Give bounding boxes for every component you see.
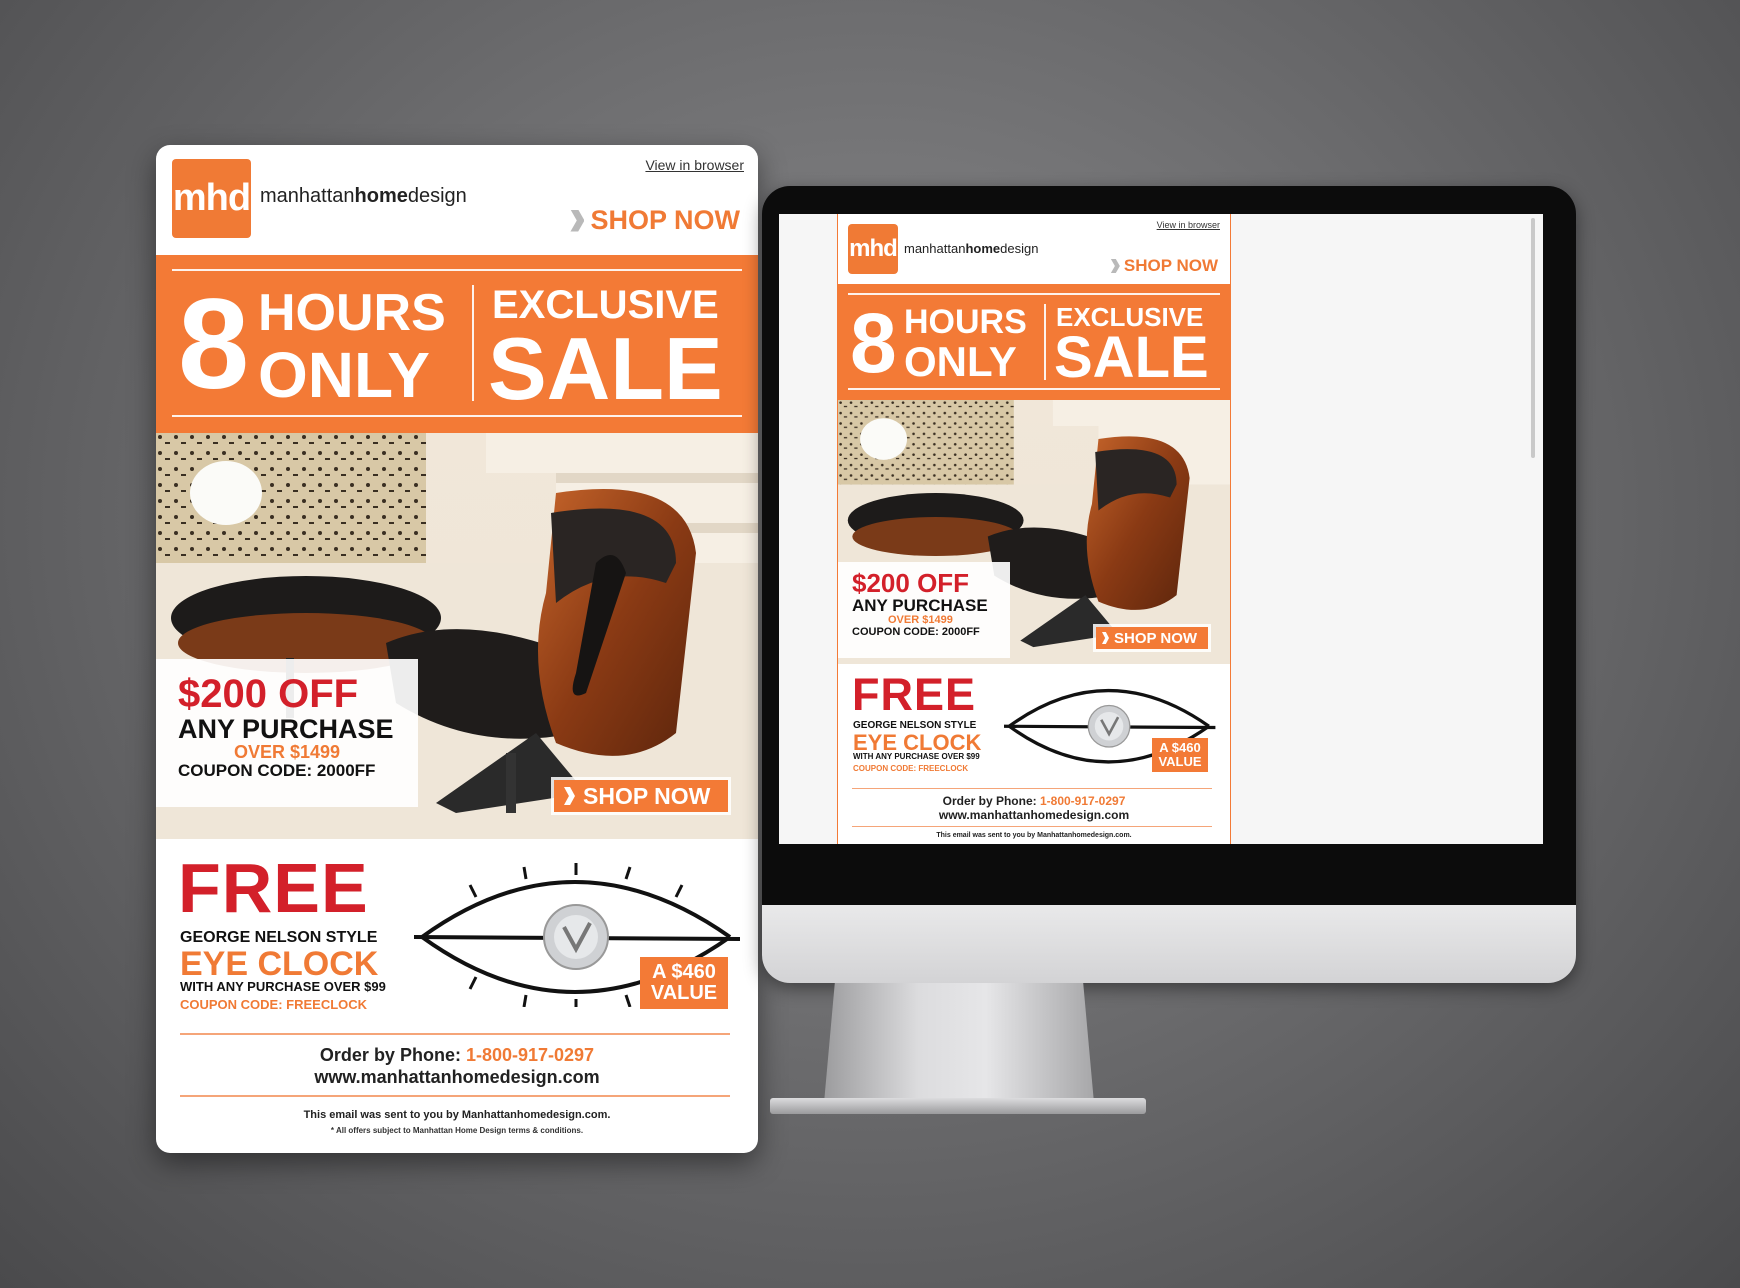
hours-number: 8 — [850, 296, 897, 390]
monitor-chin — [762, 905, 1576, 983]
free-coupon: COUPON CODE: FREECLOCK — [180, 997, 368, 1012]
free-condition: WITH ANY PURCHASE OVER $99 — [180, 979, 386, 994]
order-phone: Order by Phone: 1-800-917-0297 — [838, 794, 1230, 808]
shop-now-button-label: SHOP NOW — [583, 782, 711, 809]
discount-scope: ANY PURCHASE — [852, 596, 988, 616]
coupon-code: 2000FF — [316, 761, 376, 781]
lounge-chair-photo: $200 OFF ANY PURCHASE OVER $1499 COUPON … — [156, 433, 758, 839]
order-label: Order by Phone: — [942, 794, 1040, 808]
shop-now-button-label: SHOP NOW — [1114, 629, 1198, 647]
desktop-screen: mhd manhattanhomedesign View in browser … — [779, 214, 1543, 844]
free-coupon: COUPON CODE: FREECLOCK — [853, 764, 969, 773]
discount-offer-box: $200 OFF ANY PURCHASE OVER $1499 COUPON … — [838, 562, 1010, 658]
chevron-right-icon — [564, 787, 575, 805]
brand-part-2: home — [965, 241, 1001, 256]
sale-label: SALE — [1054, 325, 1209, 390]
discount-scope: ANY PURCHASE — [178, 714, 394, 744]
mhd-logo: mhd — [172, 159, 251, 238]
mobile-email-preview: mhd manhattanhomedesign View in browser … — [156, 145, 758, 1153]
view-in-browser-link[interactable]: View in browser — [645, 157, 744, 173]
shop-now-link[interactable]: SHOP NOW — [570, 205, 740, 236]
brand-part-1: manhattan — [260, 185, 355, 207]
shop-now-link[interactable]: SHOP NOW — [1110, 256, 1218, 276]
discount-coupon: COUPON CODE: 2000FF — [852, 625, 1010, 639]
divider — [852, 826, 1212, 827]
discount-coupon: COUPON CODE: 2000FF — [178, 762, 418, 780]
website-link[interactable]: www.manhattanhomedesign.com — [156, 1067, 758, 1088]
sale-label: SALE — [488, 319, 723, 418]
free-headline: FREE — [178, 849, 369, 927]
scrollbar[interactable] — [1531, 218, 1535, 458]
shop-now-label: SHOP NOW — [1123, 256, 1218, 275]
monitor-stand — [824, 983, 1094, 1103]
discount-offer-box: $200 OFF ANY PURCHASE OVER $1499 COUPON … — [156, 659, 418, 807]
divider — [180, 1095, 730, 1097]
coupon-label: COUPON CODE: — [852, 625, 942, 638]
sale-banner: 8 HOURS ONLY EXCLUSIVE SALE — [838, 284, 1230, 400]
only-label: ONLY — [904, 338, 1017, 385]
brand-part-3: design — [407, 185, 467, 207]
footer-terms: * All offers subject to Manhattan Home D… — [330, 1126, 584, 1135]
brand-part-1: manhattan — [904, 241, 966, 256]
discount-amount: $200 OFF — [852, 568, 970, 598]
order-label: Order by Phone: — [319, 1045, 466, 1065]
desktop-email-preview: mhd manhattanhomedesign View in browser … — [837, 214, 1231, 844]
brand-part-3: design — [1000, 241, 1039, 256]
free-condition: WITH ANY PURCHASE OVER $99 — [853, 752, 980, 761]
brand-part-2: home — [354, 185, 408, 207]
value-tag-line2: VALUE — [650, 982, 718, 1004]
monitor-base — [770, 1098, 1146, 1114]
hours-label: HOURS — [904, 303, 1027, 341]
shop-now-button[interactable]: SHOP NOW — [554, 780, 728, 812]
shop-now-label: SHOP NOW — [590, 205, 740, 235]
hours-number: 8 — [178, 273, 250, 416]
divider — [180, 1033, 730, 1035]
mhd-logo: mhd — [848, 224, 898, 274]
footer-sent: This email was sent to you by Manhattanh… — [303, 1109, 611, 1121]
order-phone: Order by Phone: 1-800-917-0297 — [156, 1045, 758, 1066]
only-label: ONLY — [258, 339, 430, 411]
phone-number[interactable]: 1-800-917-0297 — [1040, 794, 1125, 808]
chevron-right-icon — [1110, 259, 1120, 273]
discount-amount: $200 OFF — [178, 672, 359, 716]
value-tag-line2: VALUE — [1158, 753, 1202, 769]
brand-name: manhattanhomedesign — [904, 241, 1038, 256]
hours-label: HOURS — [258, 284, 446, 342]
lounge-chair-photo: $200 OFF ANY PURCHASE OVER $1499 COUPON … — [838, 400, 1230, 664]
brand-name: manhattanhomedesign — [260, 185, 467, 208]
coupon-label: COUPON CODE: — [178, 761, 317, 781]
chevron-right-icon — [1102, 632, 1109, 644]
chevron-right-icon — [570, 209, 585, 232]
website-link[interactable]: www.manhattanhomedesign.com — [838, 808, 1230, 822]
value-tag: A $460 VALUE — [640, 957, 728, 1009]
free-headline: FREE — [852, 669, 977, 720]
footer-sent: This email was sent to you by Manhattanh… — [936, 832, 1132, 839]
coupon-code: 2000FF — [941, 625, 980, 638]
shop-now-button[interactable]: SHOP NOW — [1096, 627, 1208, 649]
view-in-browser-link[interactable]: View in browser — [1157, 220, 1220, 230]
sale-banner: 8 HOURS ONLY EXCLUSIVE SALE — [156, 255, 758, 433]
value-tag: A $460 VALUE — [1152, 738, 1208, 772]
discount-threshold: OVER $1499 — [234, 742, 341, 763]
value-tag-line1: A $460 — [1159, 740, 1201, 755]
value-tag-line1: A $460 — [652, 961, 716, 983]
phone-number[interactable]: 1-800-917-0297 — [466, 1045, 594, 1065]
divider — [852, 788, 1212, 789]
